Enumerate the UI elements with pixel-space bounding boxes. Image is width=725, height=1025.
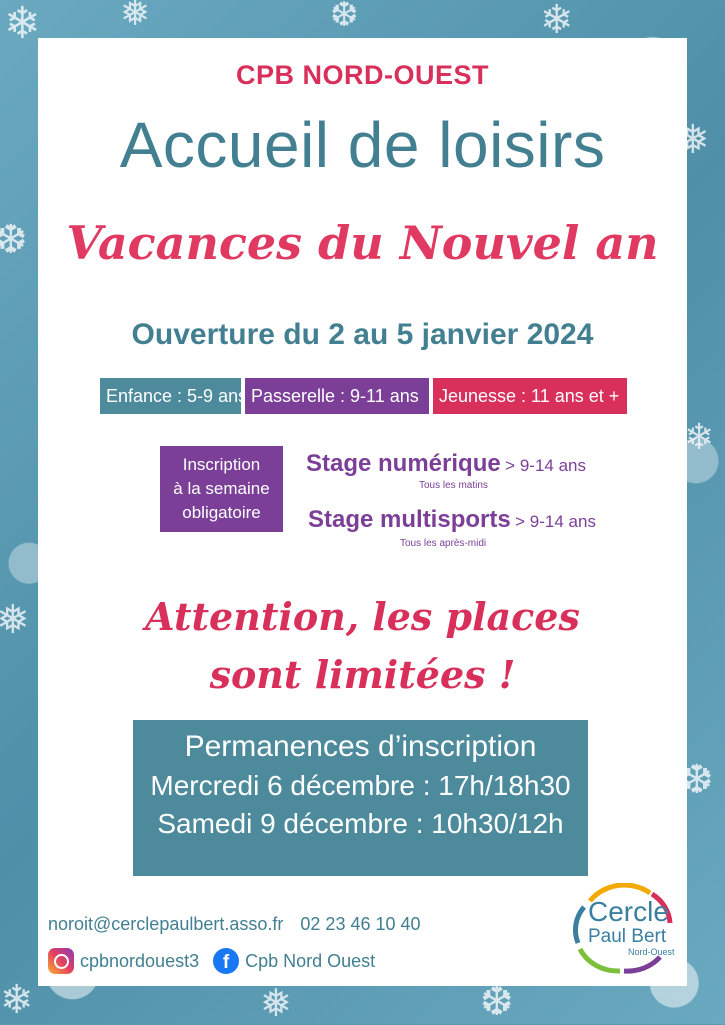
instagram-icon[interactable] (48, 948, 74, 974)
snowflake-icon: ❆ (330, 0, 359, 35)
social-links: cpbnordouest3 f Cpb Nord Ouest (48, 948, 375, 974)
snowflake-icon: ❅ (120, 0, 151, 34)
registration-heading: Permanences d’inscription (184, 730, 537, 763)
snowflake-icon: ❅ (260, 981, 292, 1025)
snowflake-icon: ❄ (4, 0, 41, 49)
registration-slot: Samedi 9 décembre : 10h30/12h (157, 808, 564, 839)
stage-ages: > 9-14 ans (515, 512, 596, 531)
inscription-line: à la semaine (173, 479, 270, 498)
stage-ages: > 9-14 ans (505, 456, 586, 475)
registration-hours-box: Permanences d’inscription Mercredi 6 déc… (133, 720, 588, 876)
snowflake-icon: ❆ (0, 217, 28, 263)
age-group-passerelle: Passerelle : 9-11 ans (245, 378, 429, 414)
snowflake-icon: ❄ (684, 417, 715, 458)
poster: CPB NORD-OUEST Accueil de loisirs Vacanc… (38, 38, 687, 986)
logo-text: Cercle (588, 896, 669, 927)
inscription-badge: Inscription à la semaine obligatoire (160, 446, 283, 532)
registration-slot: Mercredi 6 décembre : 17h/18h30 (150, 770, 571, 801)
warning-line: sont limitées ! (209, 652, 516, 697)
snowflake-icon: ❆ (480, 979, 514, 1025)
facebook-icon[interactable]: f (213, 948, 240, 974)
snowflake-icon: ❄ (540, 0, 574, 43)
phone-number[interactable]: 02 23 46 10 40 (300, 914, 420, 934)
warning-line: Attention, les places (145, 594, 580, 639)
event-subtitle: Vacances du Nouvel an (66, 216, 659, 270)
stage-schedule: Tous les après-midi (400, 538, 487, 549)
instagram-handle[interactable]: cpbnordouest3 (80, 951, 199, 972)
age-groups: Enfance : 5-9 ans Passerelle : 9-11 ans … (100, 378, 627, 414)
inscription-line: obligatoire (182, 503, 261, 522)
email-link[interactable]: noroit@cerclepaulbert.asso.fr (48, 914, 283, 934)
stage-name: Stage multisports (308, 506, 511, 533)
stage-schedule: Tous les matins (419, 480, 488, 491)
opening-dates: Ouverture du 2 au 5 janvier 2024 (131, 318, 594, 351)
stage-name: Stage numérique (306, 450, 501, 477)
logo-text: Paul Bert (588, 926, 667, 947)
facebook-page[interactable]: Cpb Nord Ouest (245, 951, 375, 972)
contact-line: noroit@cerclepaulbert.asso.fr 02 23 46 1… (48, 914, 421, 935)
organization-name: CPB NORD-OUEST (235, 60, 489, 90)
snowflake-icon: ❅ (0, 597, 30, 643)
snowflake-icon: ❄ (0, 977, 34, 1023)
age-group-enfance: Enfance : 5-9 ans (100, 378, 247, 414)
age-group-jeunesse: Jeunesse : 11 ans et + (433, 378, 627, 414)
cercle-paul-bert-logo: Cercle Paul Bert Nord-Ouest (570, 883, 680, 978)
stage-numerique: Stage numérique > 9-14 ans (306, 450, 586, 478)
stage-multisports: Stage multisports > 9-14 ans (308, 506, 596, 534)
limited-places-warning: Attention, les places sont limitées ! (38, 588, 687, 704)
logo-text: Nord-Ouest (628, 947, 675, 957)
inscription-line: Inscription (182, 455, 261, 474)
page-title: Accueil de loisirs (119, 109, 606, 181)
